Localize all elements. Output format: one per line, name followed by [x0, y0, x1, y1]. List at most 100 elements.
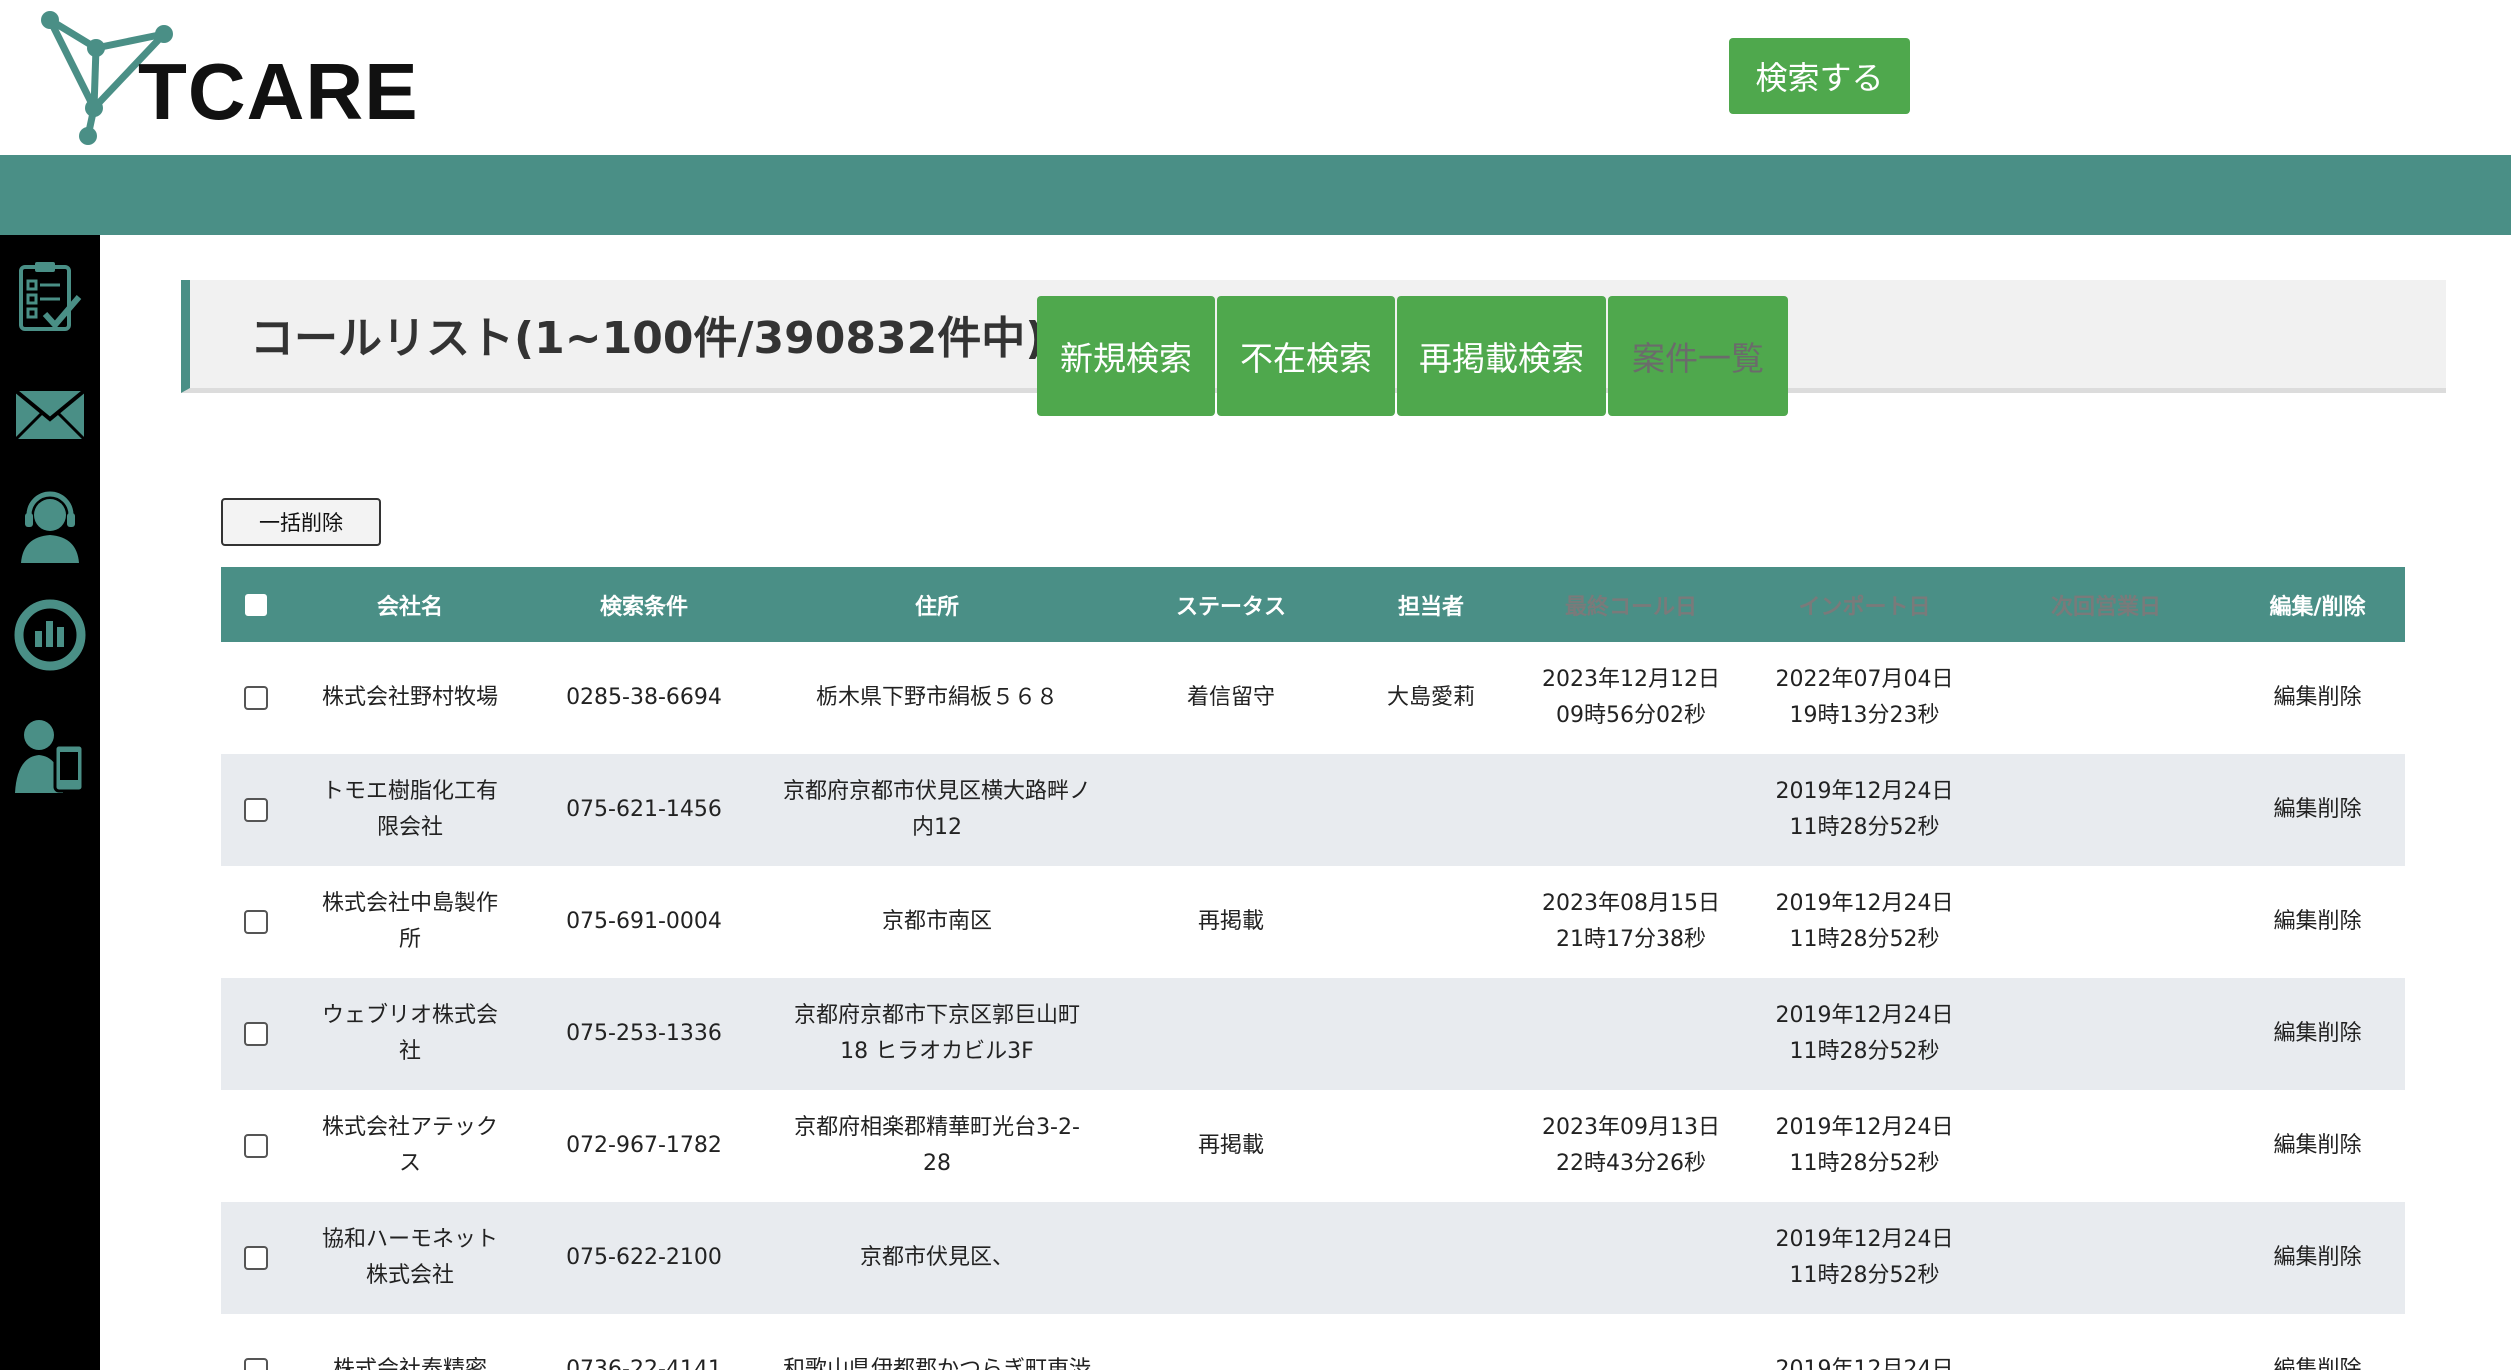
- table-row[interactable]: 株式会社アテックス 072-967-1782 京都府相楽郡精華町光台3-2- 28 再掲…: [221, 1090, 2405, 1202]
- table-row[interactable]: ウェブリオ株式会社 075-253-1336 京都府京都市下京区郭巨山町 18 ヒラオ…: [221, 978, 2405, 1090]
- row-checkbox[interactable]: [244, 686, 268, 710]
- company-cell[interactable]: 協和ハーモネット 株式会社: [291, 1202, 529, 1314]
- sidebar: [0, 235, 100, 1370]
- user-phone-icon[interactable]: [12, 715, 88, 795]
- row-checkbox[interactable]: [244, 1358, 268, 1370]
- col-condition[interactable]: 検索条件: [529, 567, 759, 642]
- row-checkbox[interactable]: [244, 1246, 268, 1270]
- col-import-date[interactable]: インポート日: [1747, 567, 1982, 642]
- import-line: 11時28分52秒: [1789, 1263, 1940, 1288]
- row-select-cell: [221, 1314, 291, 1370]
- status-cell: 着信留守: [1186, 685, 1275, 710]
- company-line: 株式会社野村牧場: [321, 685, 498, 710]
- select-all-checkbox[interactable]: [245, 594, 267, 616]
- row-checkbox[interactable]: [244, 1134, 268, 1158]
- search-button[interactable]: 検索する: [1729, 38, 1910, 114]
- tab-new-search[interactable]: 新規検索: [1037, 296, 1215, 416]
- row-checkbox[interactable]: [244, 1022, 268, 1046]
- import-line: 2019年12月24日: [1775, 891, 1954, 916]
- clipboard-check-icon[interactable]: [12, 257, 88, 337]
- import-date-cell: 2019年12月24日 11時28分52秒: [1747, 866, 1982, 978]
- company-line: 限会社: [376, 815, 443, 840]
- company-line: 社: [398, 1039, 421, 1064]
- status-cell: [1115, 978, 1347, 1090]
- company-cell[interactable]: ウェブリオ株式会社: [291, 978, 529, 1090]
- page-title-bar: コールリスト(1~100件/390832件中) 新規検索 不在検索 再掲載検索 …: [181, 280, 2446, 416]
- row-checkbox[interactable]: [244, 798, 268, 822]
- next-business-day-cell: [1982, 642, 2230, 754]
- import-date-cell: 2019年12月24日 11時28分52秒: [1747, 1090, 1982, 1202]
- company-line: 株式会社アテック: [321, 1115, 498, 1140]
- status-cell: 再掲載: [1197, 909, 1264, 934]
- status-cell: [1115, 1314, 1347, 1370]
- table-row[interactable]: 株式会社中島製作所 075-691-0004 京都市南区 再掲載 2023年08月15日…: [221, 866, 2405, 978]
- next-business-day-cell: [1982, 754, 2230, 866]
- import-date-cell: 2019年12月24日 11時28分52秒: [1747, 754, 1982, 866]
- address-cell: 京都府京都市下京区郭巨山町 18 ヒラオカビル3F: [759, 978, 1115, 1090]
- last_call-line: 2023年12月12日: [1542, 667, 1720, 692]
- call-list-table: 会社名 検索条件 住所 ステータス 担当者 最終コール日 インポート日 次回営業…: [221, 567, 2405, 1370]
- select-all-cell: [221, 567, 291, 642]
- import-line: 11時28分52秒: [1789, 1151, 1940, 1176]
- col-next-business-day[interactable]: 次回営業日: [1982, 567, 2230, 642]
- row-checkbox[interactable]: [244, 910, 268, 934]
- table-row[interactable]: 協和ハーモネット 株式会社 075-622-2100 京都市伏見区、 2019年12月2…: [221, 1202, 2405, 1314]
- tcare-logo[interactable]: TCARE: [36, 8, 418, 148]
- col-staff[interactable]: 担当者: [1347, 567, 1515, 642]
- last-call-cell: 2023年08月15日 21時17分38秒: [1515, 866, 1747, 978]
- staff-cell: [1347, 754, 1515, 866]
- col-last-call[interactable]: 最終コール日: [1515, 567, 1747, 642]
- address-cell: 京都府京都市伏見区横大路畔ノ 内12: [759, 754, 1115, 866]
- last-call-cell: [1515, 1202, 1747, 1314]
- col-company[interactable]: 会社名: [291, 567, 529, 642]
- company-cell[interactable]: 株式会社アテックス: [291, 1090, 529, 1202]
- condition-cell: 0285-38-6694: [566, 685, 722, 710]
- tab-case-list[interactable]: 案件一覧: [1608, 296, 1788, 416]
- company-cell[interactable]: 株式会社野村牧場: [291, 642, 529, 754]
- import-line: 11時28分52秒: [1789, 815, 1940, 840]
- edit-delete-link[interactable]: 編集削除: [2230, 642, 2405, 754]
- address-cell: 京都市南区: [759, 866, 1115, 978]
- edit-delete-link[interactable]: 編集削除: [2230, 754, 2405, 866]
- address-cell: 栃木県下野市絹板５６８: [759, 642, 1115, 754]
- edit-delete-link[interactable]: 編集削除: [2230, 1202, 2405, 1314]
- company-cell[interactable]: 株式会社中島製作所: [291, 866, 529, 978]
- last_call-line: 2023年09月13日: [1542, 1115, 1720, 1140]
- table-header-row: 会社名 検索条件 住所 ステータス 担当者 最終コール日 インポート日 次回営業…: [221, 567, 2405, 642]
- table-row[interactable]: トモエ樹脂化工有 限会社 075-621-1456 京都府京都市伏見区横大路畔ノ 内12…: [221, 754, 2405, 866]
- company-cell[interactable]: トモエ樹脂化工有 限会社: [291, 754, 529, 866]
- table-row[interactable]: 株式会社野村牧場 0285-38-6694 栃木県下野市絹板５６８ 着信留守 大島愛莉 2…: [221, 642, 2405, 754]
- status-cell: [1115, 754, 1347, 866]
- edit-delete-link[interactable]: 編集削除: [2230, 978, 2405, 1090]
- staff-cell: 大島愛莉: [1386, 685, 1475, 710]
- tab-absent-search[interactable]: 不在検索: [1217, 296, 1395, 416]
- col-address[interactable]: 住所: [759, 567, 1115, 642]
- import-date-cell: 2019年12月24日 11時28分52秒: [1747, 1202, 1982, 1314]
- import-line: 11時28分52秒: [1789, 1039, 1940, 1064]
- import-line: 2019年12月24日: [1775, 1003, 1954, 1028]
- row-select-cell: [221, 978, 291, 1090]
- company-cell[interactable]: 株式会社泰精密: [291, 1314, 529, 1370]
- next-business-day-cell: [1982, 1202, 2230, 1314]
- chart-dashboard-icon[interactable]: [12, 595, 88, 675]
- table-row[interactable]: 株式会社泰精密 0736-22-4141 和歌山県伊都郡かつらぎ町東渋 2019年12…: [221, 1314, 2405, 1370]
- condition-cell: 075-691-0004: [566, 909, 722, 934]
- staff-cell: [1347, 866, 1515, 978]
- col-status[interactable]: ステータス: [1115, 567, 1347, 642]
- bulk-delete-button[interactable]: 一括削除: [221, 498, 381, 546]
- row-select-cell: [221, 1090, 291, 1202]
- edit-delete-link[interactable]: 編集削除: [2230, 1314, 2405, 1370]
- operator-headset-icon[interactable]: [12, 485, 88, 565]
- page-title: コールリスト(1~100件/390832件中): [250, 313, 1046, 364]
- edit-delete-link[interactable]: 編集削除: [2230, 1090, 2405, 1202]
- condition-cell: 075-622-2100: [529, 1202, 759, 1314]
- condition-cell: 075-621-1456: [529, 754, 759, 866]
- tab-republish-search[interactable]: 再掲載検索: [1397, 296, 1606, 416]
- last-call-cell: 2023年09月13日 22時43分26秒: [1515, 1090, 1747, 1202]
- address-line: 18 ヒラオカビル3F: [840, 1039, 1034, 1064]
- address-line: 京都市伏見区、: [859, 1245, 1014, 1270]
- address-line: 京都市南区: [881, 909, 992, 934]
- address-line: 28: [923, 1151, 951, 1176]
- mail-icon[interactable]: [12, 375, 88, 455]
- edit-delete-link[interactable]: 編集削除: [2230, 866, 2405, 978]
